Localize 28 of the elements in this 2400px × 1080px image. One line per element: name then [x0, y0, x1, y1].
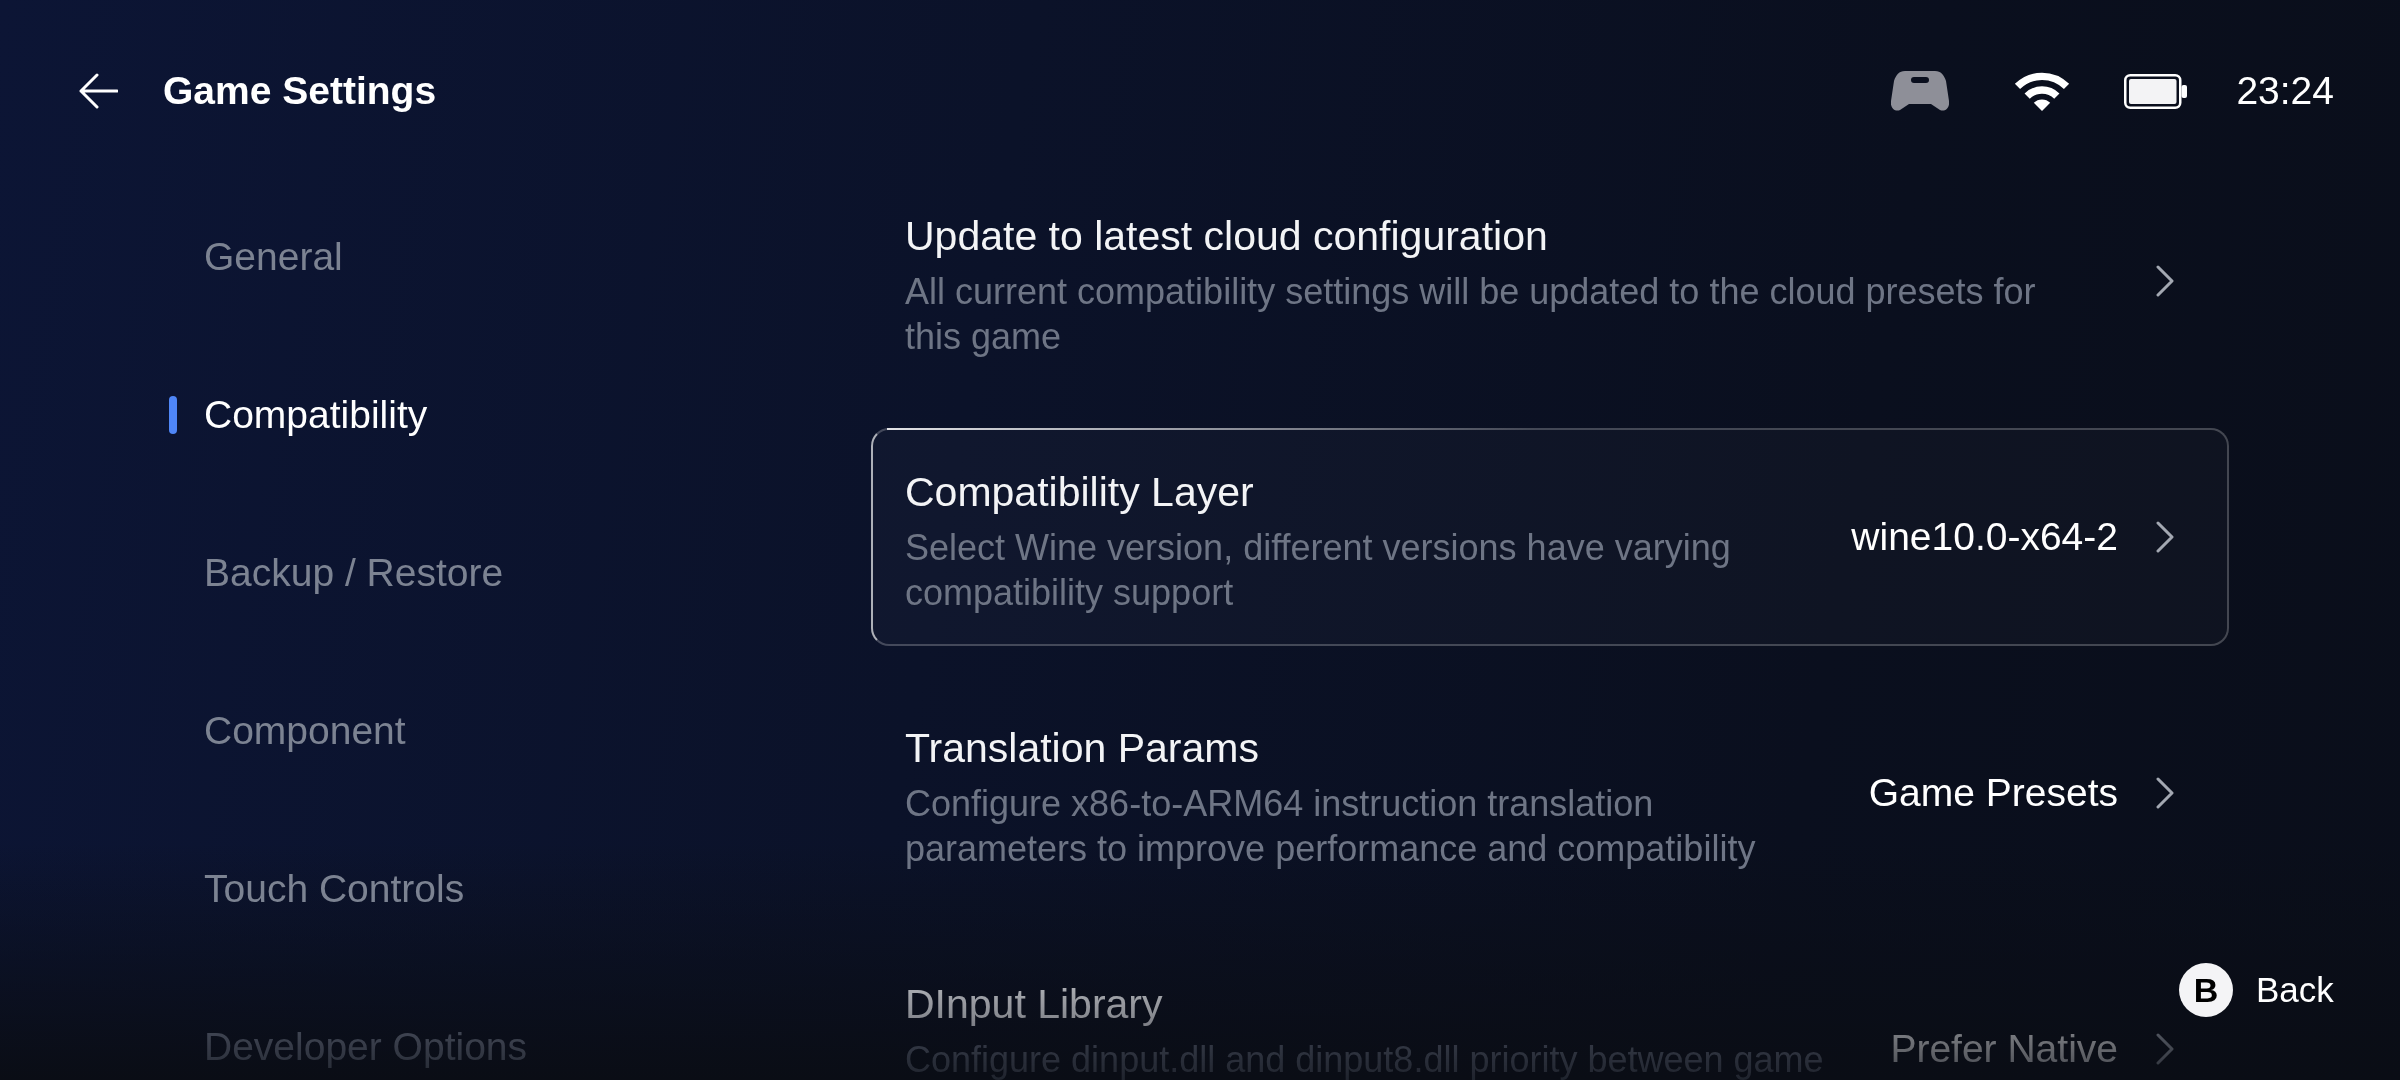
chevron-right-icon	[2156, 265, 2174, 297]
setting-value: Prefer Native	[1890, 1026, 2118, 1072]
setting-description: Configure x86-to-ARM64 instruction translation parameters to improve performance and compatibility	[905, 782, 1757, 871]
setting-description: Select Wine version, different versions have varying compatibility support	[905, 526, 1732, 615]
setting-title[interactable]: Translation Params	[905, 724, 1259, 772]
sidebar-tab[interactable]: Compatibility	[204, 392, 428, 438]
chevron-right-icon	[2156, 521, 2174, 553]
clock-time: 23:24	[2236, 68, 2334, 114]
sidebar-tab[interactable]: Backup / Restore	[204, 550, 504, 596]
setting-value: Game Presets	[1868, 770, 2118, 816]
setting-title[interactable]: Compatibility Layer	[905, 468, 1254, 516]
back-arrow-icon[interactable]	[78, 73, 118, 109]
sidebar-tab[interactable]: Touch Controls	[204, 866, 465, 912]
gamepad-icon	[1891, 70, 1950, 112]
battery-icon	[2124, 73, 2188, 109]
chevron-right-icon	[2156, 777, 2174, 809]
setting-title[interactable]: DInput Library	[905, 980, 1163, 1028]
controller-key-badge: B	[2179, 963, 2233, 1017]
chevron-right-icon	[2156, 1033, 2174, 1065]
page-title: Game Settings	[163, 68, 437, 114]
setting-title[interactable]: Update to latest cloud configuration	[905, 212, 1548, 260]
setting-value: wine10.0-x64-2	[1851, 514, 2118, 560]
wifi-icon	[2013, 71, 2072, 111]
setting-description: All current compatibility settings will be updated to the cloud presets for this game	[905, 270, 2037, 359]
sidebar-tab[interactable]: Component	[204, 708, 406, 754]
sidebar-tab[interactable]: General	[204, 234, 343, 280]
focused-setting-card[interactable]: Compatibility Layer Select Wine version, different versions have varying compatibility support wine10.0-x64-2	[871, 428, 2229, 646]
back-hint-label[interactable]: Back	[2256, 969, 2334, 1011]
